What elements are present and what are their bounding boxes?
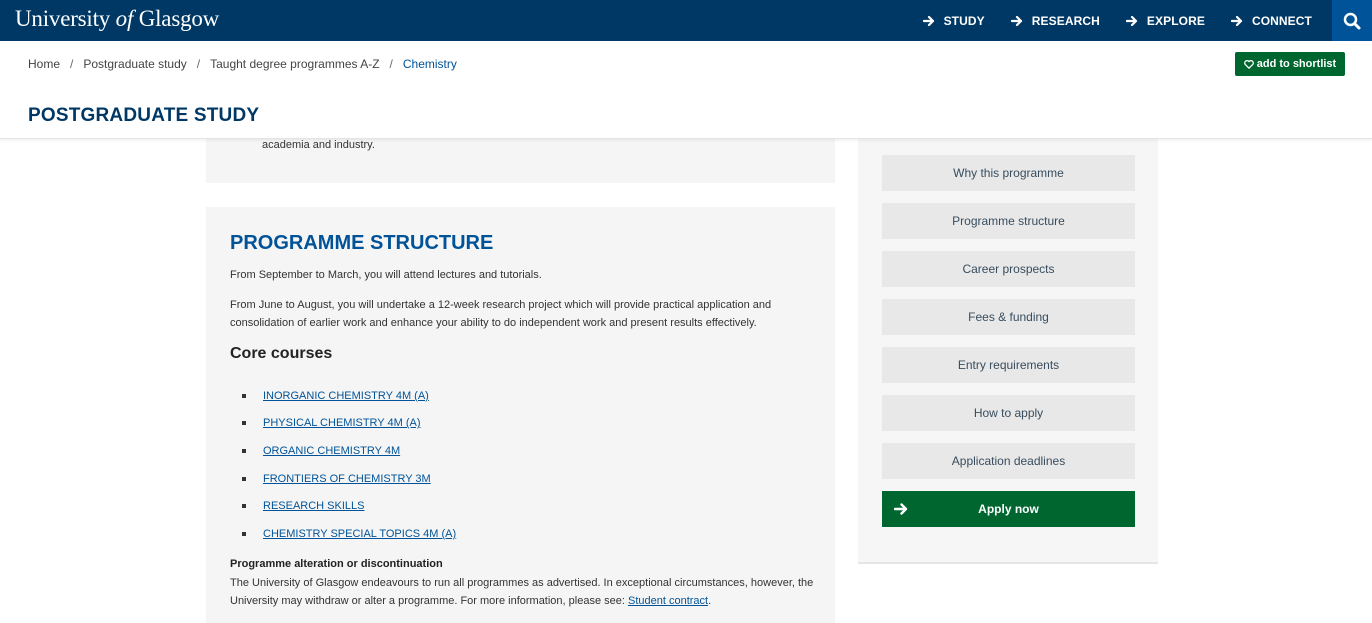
shortlist-label: add to shortlist xyxy=(1256,58,1337,70)
course-link[interactable]: INORGANIC CHEMISTRY 4M (A) xyxy=(263,390,429,402)
nav-research[interactable]: RESEARCH xyxy=(1010,13,1100,28)
sidebar-item-how-to-apply[interactable]: How to apply xyxy=(882,395,1135,431)
list-item: INORGANIC CHEMISTRY 4M (A) xyxy=(230,382,456,410)
page-section-title: POSTGRADUATE STUDY xyxy=(28,105,260,126)
nav-explore-label: EXPLORE xyxy=(1146,13,1205,28)
arrow-right-icon xyxy=(894,503,908,515)
core-courses-heading: Core courses xyxy=(230,345,333,362)
list-item: ORGANIC CHEMISTRY 4M xyxy=(230,437,456,465)
breadcrumb-chemistry[interactable]: Chemistry xyxy=(403,57,457,71)
nav-explore[interactable]: EXPLORE xyxy=(1125,13,1205,28)
sidebar: Why this programme Programme structure C… xyxy=(858,139,1158,564)
sidebar-item-entry-requirements[interactable]: Entry requirements xyxy=(882,347,1135,383)
bullet xyxy=(242,504,246,509)
arrow-right-icon xyxy=(922,15,934,26)
nav-connect[interactable]: CONNECT xyxy=(1230,13,1312,28)
programme-structure-heading: PROGRAMME STRUCTURE xyxy=(230,232,494,254)
course-link[interactable]: PHYSICAL CHEMISTRY 4M (A) xyxy=(263,417,421,429)
breadcrumb: Home / Postgraduate study / Taught degre… xyxy=(28,57,457,71)
programme-structure-section: PROGRAMME STRUCTURE From September to Ma… xyxy=(206,207,835,623)
top-bar: University of Glasgow STUDY RESEARCH EXP… xyxy=(0,0,1372,41)
main-nav: STUDY RESEARCH EXPLORE CONNECT xyxy=(897,0,1312,41)
breadcrumb-home[interactable]: Home xyxy=(28,57,60,71)
sidebar-item-fees-funding[interactable]: Fees & funding xyxy=(882,299,1135,335)
search-button[interactable] xyxy=(1332,0,1372,41)
apply-now-label: Apply now xyxy=(978,502,1039,516)
course-link[interactable]: CHEMISTRY SPECIAL TOPICS 4M (A) xyxy=(263,528,456,540)
course-link[interactable]: ORGANIC CHEMISTRY 4M xyxy=(263,445,400,457)
nav-study-label: STUDY xyxy=(943,13,985,28)
list-item: CHEMISTRY SPECIAL TOPICS 4M (A) xyxy=(230,520,456,548)
course-link[interactable]: FRONTIERS OF CHEMISTRY 3M xyxy=(263,473,431,485)
apply-now-button[interactable]: Apply now xyxy=(882,491,1135,527)
alteration-body: The University of Glasgow endeavours to … xyxy=(230,577,814,607)
list-item: PHYSICAL CHEMISTRY 4M (A) xyxy=(230,410,456,438)
breadcrumb-separator: / xyxy=(196,57,201,71)
sidebar-item-application-deadlines[interactable]: Application deadlines xyxy=(882,443,1135,479)
bullet xyxy=(242,476,246,481)
list-item: FRONTIERS OF CHEMISTRY 3M xyxy=(230,465,456,493)
previous-section-text: academia and industry. xyxy=(262,139,375,151)
student-contract-link[interactable]: Student contract xyxy=(628,595,708,607)
course-link[interactable]: RESEARCH SKILLS xyxy=(263,500,364,512)
arrow-right-icon xyxy=(1230,15,1243,26)
heart-icon xyxy=(1243,59,1254,69)
alteration-text: The University of Glasgow endeavours to … xyxy=(230,574,820,610)
structure-paragraph-1: From September to March, you will attend… xyxy=(230,269,542,281)
breadcrumb-bar: Home / Postgraduate study / Taught degre… xyxy=(0,41,1372,139)
structure-paragraph-2: From June to August, you will undertake … xyxy=(230,299,772,329)
sidebar-item-why-this-programme[interactable]: Why this programme xyxy=(882,155,1135,191)
sidebar-item-career-prospects[interactable]: Career prospects xyxy=(882,251,1135,287)
alteration-title: Programme alteration or discontinuation xyxy=(230,558,443,570)
logo-text-of: of xyxy=(115,6,134,31)
breadcrumb-taught-programmes[interactable]: Taught degree programmes A-Z xyxy=(210,57,379,71)
logo-text-post: Glasgow xyxy=(133,6,220,31)
bullet xyxy=(242,531,246,536)
bullet xyxy=(242,393,246,398)
nav-connect-label: CONNECT xyxy=(1251,13,1312,28)
breadcrumb-separator: / xyxy=(389,57,393,71)
bullet xyxy=(242,448,246,453)
university-logo[interactable]: University of Glasgow xyxy=(15,6,219,32)
nav-research-label: RESEARCH xyxy=(1031,13,1100,28)
arrow-right-icon xyxy=(1125,15,1138,26)
alteration-period: . xyxy=(708,595,712,607)
nav-study[interactable]: STUDY xyxy=(922,13,985,28)
breadcrumb-separator: / xyxy=(70,57,74,71)
list-item: RESEARCH SKILLS xyxy=(230,492,456,520)
arrow-right-icon xyxy=(1010,15,1022,26)
breadcrumb-postgraduate-study[interactable]: Postgraduate study xyxy=(83,57,186,71)
core-courses-list: INORGANIC CHEMISTRY 4M (A) PHYSICAL CHEM… xyxy=(230,382,456,548)
sidebar-item-programme-structure[interactable]: Programme structure xyxy=(882,203,1135,239)
bullet xyxy=(242,421,246,426)
search-icon xyxy=(1343,12,1361,29)
add-to-shortlist-button[interactable]: add to shortlist xyxy=(1235,52,1345,76)
logo-text-pre: University xyxy=(15,6,116,31)
